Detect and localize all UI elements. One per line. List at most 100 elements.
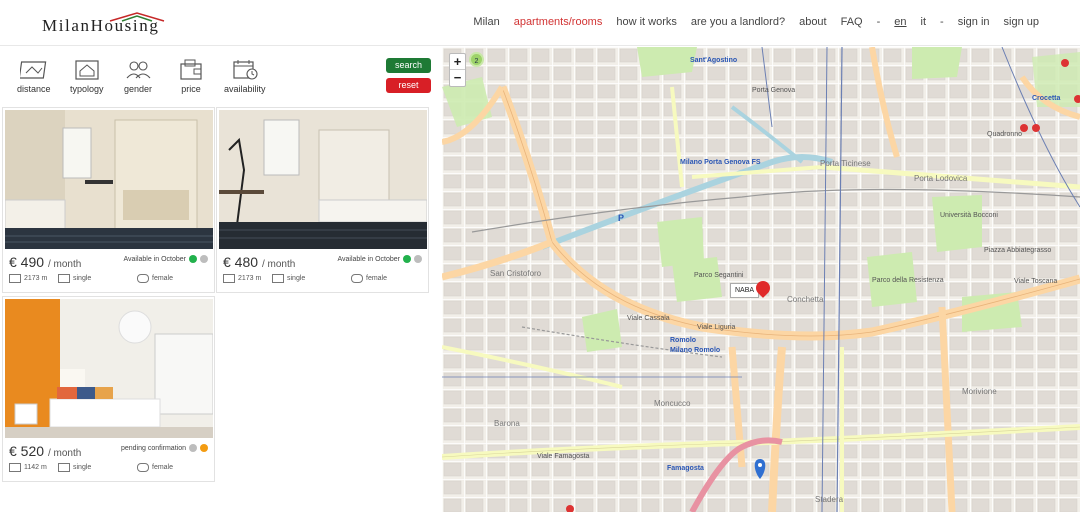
listing-distance: 2173 m <box>9 274 47 283</box>
map-place-label: Università Bocconi <box>940 212 998 219</box>
filter-availability-label: availability <box>224 84 266 94</box>
nav-item[interactable]: Milan <box>473 16 499 28</box>
listing-gender: female <box>351 274 387 283</box>
listing-typology: single <box>58 274 91 283</box>
calendar-clock-icon <box>233 60 258 80</box>
map-place-label: Romolo <box>670 337 697 344</box>
map-place-label: Milano Porta Genova FS <box>680 159 761 166</box>
nav-item[interactable]: how it works <box>616 16 677 28</box>
listing-photo[interactable] <box>5 110 213 249</box>
typology-value: single <box>73 275 92 282</box>
map-place-label: Viale Toscana <box>1014 278 1058 285</box>
nav-item: - <box>876 16 881 28</box>
nav-item[interactable]: apartments/rooms <box>514 16 603 28</box>
listing-gender: female <box>137 463 173 472</box>
map-place-label: Viale Famagosta <box>537 453 590 460</box>
people-icon <box>351 274 363 283</box>
nav-item[interactable]: about <box>799 16 827 28</box>
listing-card[interactable]: € 490 / month Available in October 2173 … <box>2 107 215 293</box>
map-place-label: Conchetta <box>787 295 824 304</box>
listing-photo[interactable] <box>219 110 427 249</box>
filter-distance-label: distance <box>17 84 51 94</box>
map-place-label: San Cristoforo <box>490 269 542 278</box>
nav-item[interactable]: FAQ <box>841 16 863 28</box>
distance-icon <box>19 61 47 79</box>
map-place-label: Parco Segantini <box>694 272 744 279</box>
availability-text: pending confirmation <box>121 444 186 452</box>
map-view[interactable]: P Sant'Agostino Porta Genova Porta Ticines… <box>442 47 1080 512</box>
listing-photo[interactable] <box>5 299 213 438</box>
map-place-label: Quadronno <box>987 131 1023 138</box>
listing-typology: single <box>58 463 91 472</box>
typology-value: single <box>73 464 92 471</box>
reset-button[interactable]: reset <box>386 78 431 93</box>
listing-price: € 490 <box>9 254 45 270</box>
map-place-label: Morivione <box>962 387 997 396</box>
people-icon <box>126 61 151 79</box>
listing-distance: 2173 m <box>223 274 261 283</box>
listing-price-row: € 490 / month <box>9 254 81 270</box>
status-dot <box>200 255 208 263</box>
availability-status: Available in October <box>337 255 422 263</box>
listing-price: € 480 <box>223 254 259 270</box>
typology-value: single <box>287 275 306 282</box>
map-place-label: Moncucco <box>654 399 691 408</box>
distance-value: 2173 m <box>24 275 48 282</box>
listing-card[interactable]: € 480 / month Available in October 2173 … <box>216 107 429 293</box>
map-place-label: Barona <box>494 419 520 428</box>
distance-value: 2173 m <box>238 275 262 282</box>
nav-item[interactable]: are you a landlord? <box>691 16 785 28</box>
listing-period: / month <box>47 448 82 459</box>
status-dot <box>189 255 197 263</box>
filter-typology-label: typology <box>70 84 104 94</box>
top-header: MilanHousing Milan apartments/rooms how it… <box>0 0 1080 46</box>
nav-item[interactable]: en <box>894 16 906 28</box>
map-place-label: Viale Liguria <box>697 324 736 331</box>
nav-item[interactable]: it <box>921 16 927 28</box>
availability-status: Available in October <box>123 255 208 263</box>
marker-cluster[interactable]: 2 <box>469 52 484 67</box>
map-place-label: Crocetta <box>1032 95 1061 102</box>
map-place-label: Sant'Agostino <box>690 57 738 64</box>
main-nav: Milan apartments/rooms how it works are you… <box>459 16 1039 28</box>
search-button[interactable]: search <box>386 58 431 73</box>
listing-period: / month <box>47 259 82 270</box>
zoom-in-button[interactable]: + <box>450 54 465 70</box>
filter-gender[interactable]: gender <box>124 59 152 94</box>
filter-typology[interactable]: typology <box>70 59 104 94</box>
filter-gender-label: gender <box>124 84 153 94</box>
listing-card[interactable]: € 520 / month pending confirmation 1142 … <box>2 296 215 482</box>
listing-distance: 1142 m <box>9 463 47 472</box>
filter-price[interactable]: price <box>177 59 205 94</box>
nav-item[interactable]: sign up <box>1004 16 1039 28</box>
filter-bar: distance typology gender price availabil… <box>0 47 442 105</box>
listing-period: / month <box>261 259 296 270</box>
nav-item[interactable]: sign in <box>958 16 990 28</box>
gender-value: female <box>152 275 174 282</box>
availability-text: Available in October <box>337 255 400 263</box>
filter-availability[interactable]: availability <box>224 59 266 94</box>
wallet-icon <box>180 59 202 80</box>
brand-logo[interactable]: MilanHousing <box>42 12 165 38</box>
distance-icon <box>223 274 235 283</box>
gender-value: female <box>152 464 174 471</box>
house-icon <box>58 274 70 283</box>
house-icon <box>58 463 70 472</box>
brand-name: MilanHousing <box>42 16 160 35</box>
svg-text:P: P <box>618 213 624 223</box>
people-icon <box>137 463 149 472</box>
filter-distance[interactable]: distance <box>17 59 51 94</box>
nav-item: - <box>940 16 944 28</box>
map-place-label: Piazza Abbiategrasso <box>984 247 1052 254</box>
filter-price-label: price <box>181 84 201 94</box>
status-dot <box>403 255 411 263</box>
listing-price-row: € 480 / month <box>223 254 295 270</box>
gender-value: female <box>366 275 388 282</box>
map-canvas[interactable]: P <box>442 47 1080 512</box>
availability-status: pending confirmation <box>121 444 208 452</box>
house-icon <box>272 274 284 283</box>
people-icon <box>137 274 149 283</box>
zoom-out-button[interactable]: − <box>450 70 465 86</box>
status-dot <box>189 444 197 452</box>
availability-text: Available in October <box>123 255 186 263</box>
